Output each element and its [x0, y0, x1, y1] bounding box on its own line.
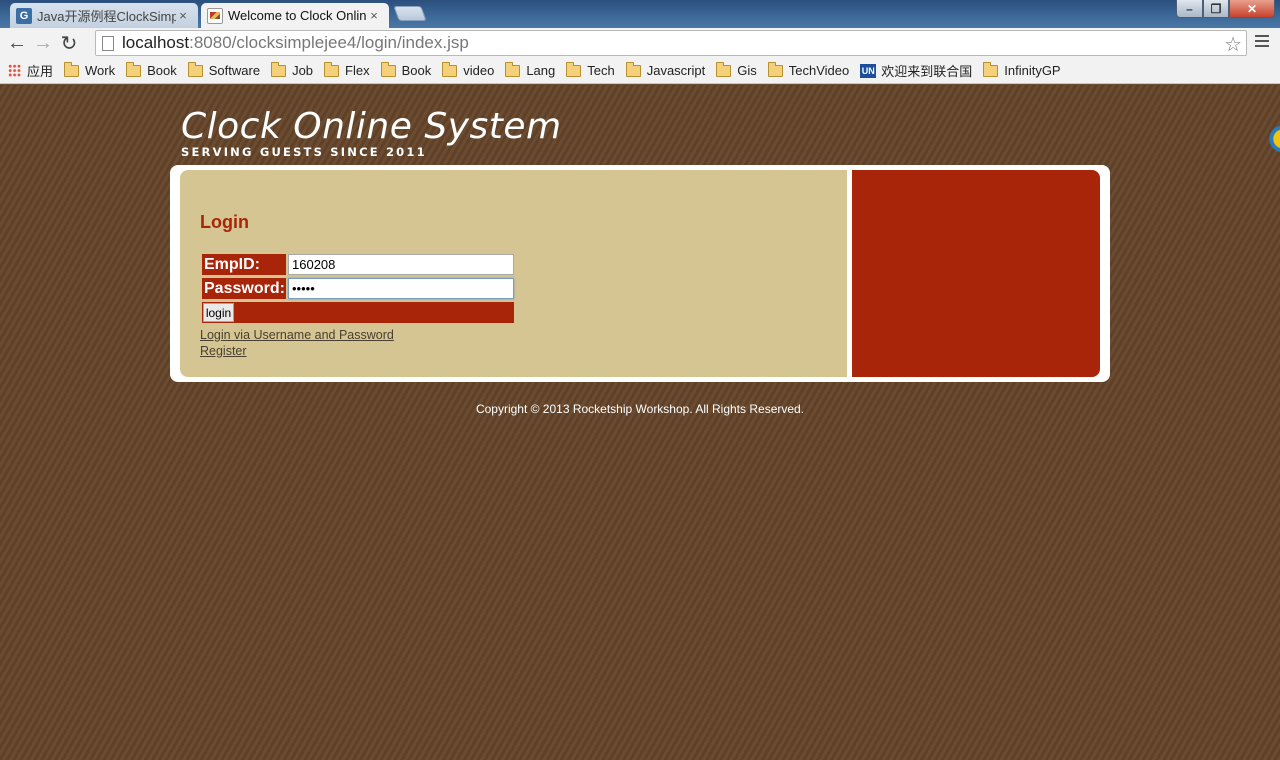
back-arrow-icon[interactable]: ←: [4, 30, 30, 56]
submit-row: login: [202, 302, 514, 323]
copyright-text: Copyright © 2013 Rocketship Workshop. Al…: [475, 402, 805, 416]
browser-tab-clock[interactable]: Welcome to Clock Onlin ×: [201, 3, 389, 28]
bookmark-label: Software: [208, 63, 261, 78]
bookmark-software[interactable]: Software: [187, 61, 261, 78]
reload-icon[interactable]: ↻: [56, 30, 82, 56]
empid-row: EmpID:: [202, 254, 514, 275]
folder-icon: [380, 61, 396, 77]
browser-tab-java[interactable]: G Java开源例程ClockSimpl ×: [10, 3, 198, 28]
forward-arrow-icon[interactable]: →: [30, 30, 56, 56]
content-frame: Login EmpID: Password: login Login via U…: [170, 165, 1110, 382]
bookmark-star-icon[interactable]: ☆: [1224, 32, 1242, 57]
bookmark-techvideo[interactable]: TechVideo: [767, 61, 850, 78]
url-text: localhost:8080/clocksimplejee4/login/ind…: [122, 33, 469, 53]
bookmark-label: video: [463, 63, 495, 78]
url-host: localhost: [122, 33, 190, 52]
folder-icon: [324, 61, 340, 77]
bookmark-work[interactable]: Work: [64, 61, 116, 78]
bookmark-label: Javascript: [646, 63, 706, 78]
register-link[interactable]: Register: [200, 344, 247, 358]
bookmark-label: Job: [292, 63, 314, 78]
site-tagline: SERVING GUESTS SINCE 2011: [181, 145, 427, 159]
bookmark-label: Book: [401, 63, 432, 78]
chrome-menu-icon[interactable]: [1255, 35, 1269, 47]
bookmark-book[interactable]: Book: [126, 61, 177, 78]
bookmark-javascript[interactable]: Javascript: [625, 61, 706, 78]
page-body: Clock Online System SERVING GUESTS SINCE…: [0, 85, 1280, 760]
bookmark-label: 应用: [27, 64, 54, 79]
google-favicon-icon: G: [16, 7, 32, 24]
folder-icon: [126, 61, 142, 77]
window-controls: – ❐ ✕: [1176, 0, 1275, 18]
bookmark-un[interactable]: UN 欢迎来到联合国: [860, 61, 972, 80]
password-input[interactable]: [288, 278, 514, 299]
folder-icon: [442, 61, 458, 77]
address-bar[interactable]: localhost:8080/clocksimplejee4/login/ind…: [95, 30, 1247, 56]
bookmark-label: Book: [147, 63, 177, 78]
clock-site-favicon-icon: [207, 7, 223, 24]
new-tab-button[interactable]: [393, 6, 427, 21]
side-panel: [852, 170, 1100, 377]
close-window-button[interactable]: ✕: [1229, 0, 1275, 18]
bookmark-label: Tech: [587, 63, 615, 78]
password-row: Password:: [202, 278, 514, 299]
folder-icon: [187, 61, 203, 77]
bookmark-apps[interactable]: 应用: [8, 61, 53, 80]
bookmark-infinitygp[interactable]: InfinityGP: [983, 61, 1061, 78]
browser-tab-strip: G Java开源例程ClockSimpl × Welcome to Clock …: [0, 0, 1280, 28]
login-username-password-link[interactable]: Login via Username and Password: [200, 328, 394, 342]
apps-grid-icon: [8, 64, 21, 77]
bookmark-book-2[interactable]: Book: [380, 61, 432, 78]
bookmark-label: TechVideo: [788, 63, 850, 78]
page-icon: [102, 35, 114, 51]
password-label: Password:: [202, 278, 286, 299]
url-path: :8080/clocksimplejee4/login/index.jsp: [189, 33, 469, 52]
folder-icon: [625, 61, 641, 77]
bookmarks-bar: 应用 Work Book Software Job Flex Book vide…: [0, 58, 1280, 84]
tab-title: Java开源例程ClockSimpl: [37, 9, 176, 24]
bookmark-label: Flex: [345, 63, 370, 78]
bookmark-lang[interactable]: Lang: [505, 61, 556, 78]
folder-icon: [566, 61, 582, 77]
bookmark-gis[interactable]: Gis: [716, 61, 757, 78]
maximize-button[interactable]: ❐: [1203, 0, 1229, 18]
bookmark-label: Lang: [526, 63, 556, 78]
bookmark-label: Gis: [737, 63, 757, 78]
login-heading: Login: [200, 212, 249, 232]
folder-icon: [271, 61, 287, 77]
un-logo-icon: UN: [860, 63, 877, 78]
bookmark-label: 欢迎来到联合国: [881, 64, 973, 79]
empid-input[interactable]: [288, 254, 514, 275]
empid-label: EmpID:: [202, 254, 286, 275]
tab-close-icon[interactable]: ×: [367, 8, 381, 23]
bookmark-flex[interactable]: Flex: [324, 61, 370, 78]
folder-icon: [64, 61, 80, 77]
tab-title: Welcome to Clock Onlin: [228, 8, 367, 23]
folder-icon: [505, 61, 521, 77]
bookmark-tech[interactable]: Tech: [566, 61, 615, 78]
login-panel: Login EmpID: Password: login Login via U…: [180, 170, 847, 377]
bookmark-job[interactable]: Job: [271, 61, 314, 78]
bookmark-label: InfinityGP: [1004, 63, 1061, 78]
bookmark-video[interactable]: video: [442, 61, 495, 78]
folder-icon: [767, 61, 783, 77]
site-title: Clock Online System: [181, 106, 562, 147]
bookmark-label: Work: [85, 63, 116, 78]
login-button[interactable]: login: [203, 303, 234, 322]
floating-widget-icon[interactable]: [1266, 120, 1280, 162]
browser-toolbar: ← → ↻ localhost:8080/clocksimplejee4/log…: [0, 28, 1280, 58]
folder-icon: [983, 61, 999, 77]
folder-icon: [716, 61, 732, 77]
minimize-button[interactable]: –: [1176, 0, 1203, 18]
tab-close-icon[interactable]: ×: [176, 8, 190, 23]
